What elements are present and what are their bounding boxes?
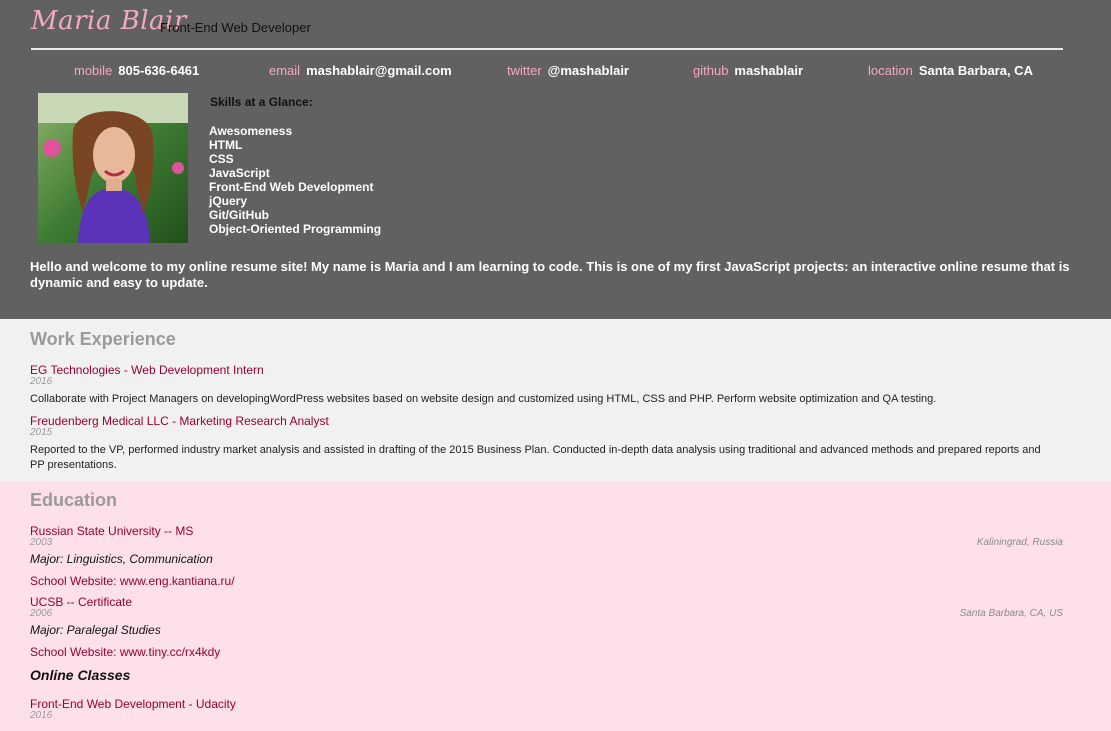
skill-item: JavaScript [209,166,270,180]
job-date: 2016 [30,376,53,387]
profile-photo-image [38,93,188,243]
work-experience-section: Work Experience EG Technologies - Web De… [0,319,1111,481]
contact-location: location Santa Barbara, CA [868,63,1033,78]
contact-email-value[interactable]: mashablair@gmail.com [306,63,452,78]
school-website-link[interactable]: School Website: www.eng.kantiana.ru/ [30,574,235,588]
contact-location-label: location [868,63,913,78]
job-title[interactable]: EG Technologies - Web Development Intern [30,363,264,377]
skill-item: CSS [209,152,234,166]
contact-twitter-label: twitter [507,63,542,78]
contact-github-label: github [693,63,729,78]
contact-email-label: email [269,63,301,78]
skill-item: Git/GitHub [209,208,269,222]
school-location: Santa Barbara, CA, US [959,608,1063,619]
skill-item: Front-End Web Development [209,180,374,194]
skills-list: Awesomeness HTML CSS JavaScript Front-En… [209,124,381,236]
job-date: 2015 [30,427,53,438]
welcome-message: Hello and welcome to my online resume si… [30,259,1070,290]
school-major: Major: Linguistics, Communication [30,552,213,566]
skill-item: jQuery [209,194,248,208]
profile-photo [38,93,188,243]
school-website-link[interactable]: School Website: www.tiny.cc/rx4kdy [30,645,220,659]
online-classes-title: Online Classes [30,667,131,683]
skill-item: Awesomeness [209,124,293,138]
education-section-title: Education [30,490,118,510]
contact-mobile: mobile 805-636-6461 [74,63,199,78]
contact-github-value[interactable]: mashablair [734,63,803,78]
contact-location-value: Santa Barbara, CA [918,63,1033,78]
job-description: Collaborate with Project Managers on dev… [30,393,937,405]
online-class-title[interactable]: Front-End Web Development - Udacity [30,697,236,711]
job-description: Reported to the VP, performed industry m… [30,444,1041,471]
contact-twitter[interactable]: twitter @mashablair [507,63,629,78]
school-major: Major: Paralegal Studies [30,623,161,637]
contact-github[interactable]: github mashablair [693,63,803,78]
skill-item: HTML [209,138,243,152]
contact-twitter-value[interactable]: @mashablair [548,63,629,78]
contact-email[interactable]: email mashablair@gmail.com [269,63,452,78]
skill-item: Object-Oriented Programming [209,222,382,236]
school-date: 2006 [30,608,53,619]
contact-mobile-label: mobile [74,63,113,78]
school-location: Kaliningrad, Russia [976,537,1063,548]
header: Maria Blair Front-End Web Developer mobi… [0,0,1111,319]
header-divider [31,48,1063,50]
school-title[interactable]: Russian State University -- MS [30,524,193,538]
online-class-date: 2016 [30,710,53,721]
school-title[interactable]: UCSB -- Certificate [30,595,132,609]
school-date: 2003 [30,537,53,548]
role-subtitle: Front-End Web Developer [160,20,311,35]
skills-title: Skills at a Glance: [210,95,313,109]
contact-mobile-value: 805-636-6461 [118,63,200,78]
job-title[interactable]: Freudenberg Medical LLC - Marketing Rese… [30,414,329,428]
work-section-title: Work Experience [30,329,176,349]
